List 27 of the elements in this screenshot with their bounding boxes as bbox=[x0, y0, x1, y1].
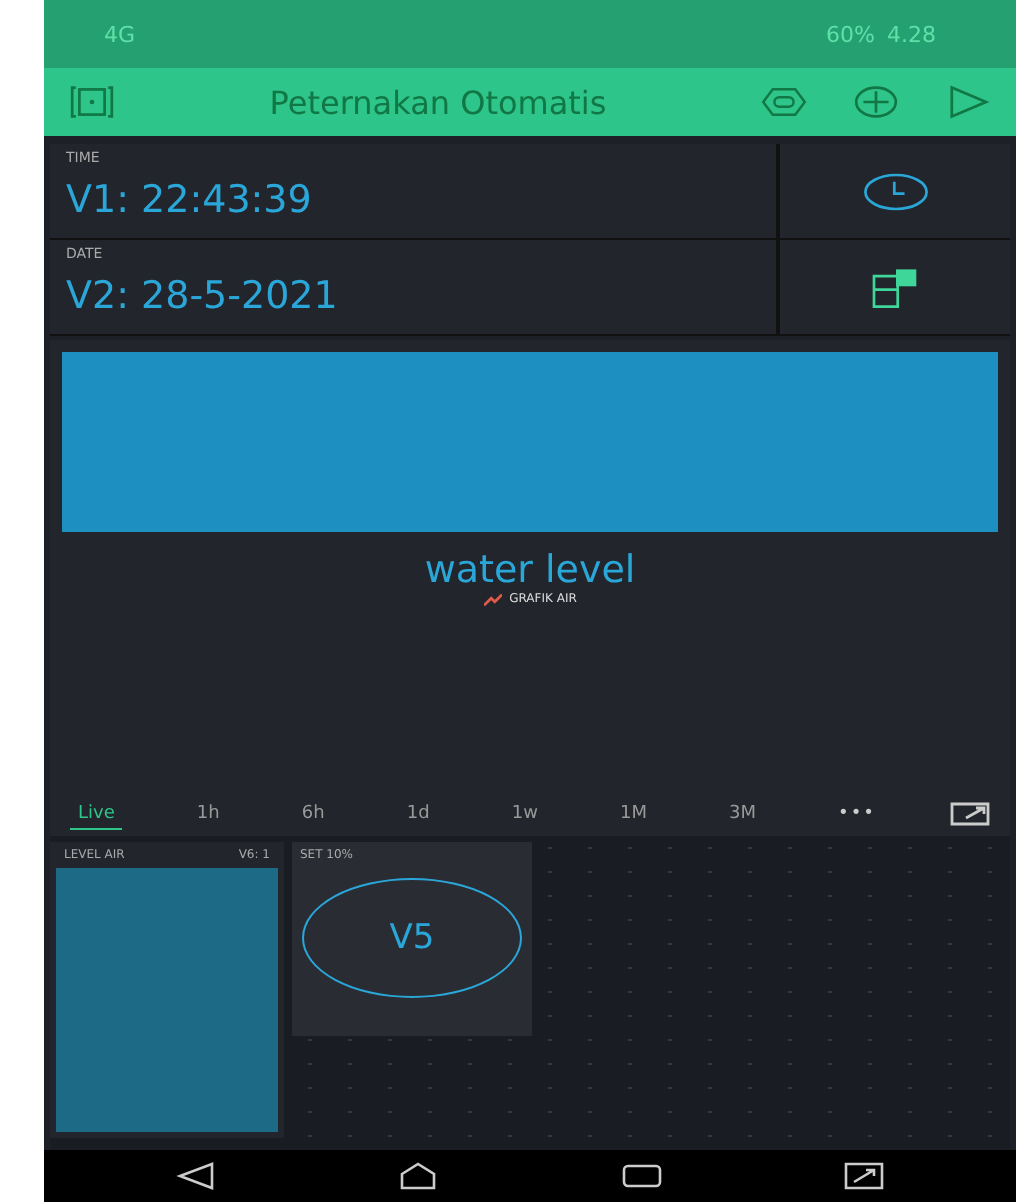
chart-title: water level bbox=[422, 548, 638, 592]
more-button[interactable]: ••• bbox=[830, 800, 884, 828]
expand-icon[interactable] bbox=[844, 1162, 885, 1190]
gauge-ring[interactable]: V5 bbox=[302, 878, 522, 998]
recents-icon[interactable] bbox=[621, 1162, 662, 1190]
clock-icon[interactable] bbox=[861, 169, 929, 213]
period-tab[interactable]: 1h bbox=[188, 800, 228, 828]
project-title: Peternakan Otomatis bbox=[267, 83, 609, 121]
legend-line-icon bbox=[483, 593, 502, 605]
network-indicator: 4G bbox=[104, 21, 136, 47]
period-tab[interactable]: 1w bbox=[503, 800, 546, 828]
battery-percent: 60% bbox=[826, 21, 875, 47]
display-value: V1: 22:43:39 bbox=[66, 178, 314, 222]
period-tab[interactable]: 1d bbox=[398, 800, 438, 828]
home-icon[interactable] bbox=[398, 1162, 439, 1190]
back-icon[interactable] bbox=[175, 1162, 216, 1190]
display-value: V2: 28-5-2021 bbox=[66, 274, 340, 318]
fullscreen-icon[interactable] bbox=[950, 802, 990, 826]
add-icon[interactable] bbox=[852, 84, 900, 120]
period-tab[interactable]: 6h bbox=[293, 800, 333, 828]
period-tab[interactable]: 1M bbox=[611, 800, 655, 828]
play-icon[interactable] bbox=[944, 84, 992, 120]
clock-time: 4.28 bbox=[887, 21, 936, 47]
period-tab[interactable]: Live bbox=[70, 799, 123, 829]
period-tab[interactable]: 3M bbox=[721, 800, 764, 828]
dashboard-icon[interactable] bbox=[68, 84, 116, 120]
settings-icon[interactable] bbox=[760, 84, 808, 120]
